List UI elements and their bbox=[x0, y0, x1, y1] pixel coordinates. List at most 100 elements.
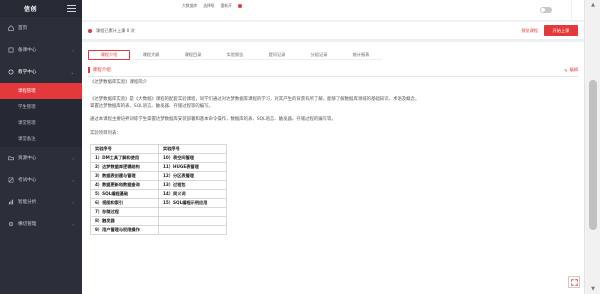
scroll-thumb[interactable] bbox=[589, 80, 597, 230]
table-header-cell: 实验序号 bbox=[90, 144, 159, 154]
sidebar-item-label: 横切管理 bbox=[18, 222, 37, 227]
chevron-right-icon: › bbox=[72, 221, 74, 227]
table-cell: 7）存储过程 bbox=[90, 207, 159, 217]
app-logo-text: 信创 bbox=[24, 6, 38, 13]
section-marker bbox=[88, 67, 90, 73]
fullscreen-button[interactable] bbox=[568, 276, 580, 288]
table-row: 9）用户管理与权限操作 bbox=[90, 225, 227, 235]
table-row: 3）数据表创建与管理 12）分区表管理 bbox=[90, 171, 227, 181]
sidebar-item-label: 首页 bbox=[18, 26, 28, 31]
table-row: 8）触发器 bbox=[90, 216, 227, 226]
sidebar: 信创 首页 备课中心 › 教学中心 ⌄ 课程管理 学生管理 课堂管理 课堂备注 … bbox=[0, 0, 82, 294]
scroll-up-icon[interactable]: ▲ bbox=[585, 0, 600, 10]
sidebar-subitem-label: 学生管理 bbox=[18, 105, 36, 110]
tab-question-log[interactable]: 提问记录 bbox=[256, 50, 298, 60]
lab-list-caption: 实验项目列表： bbox=[90, 131, 121, 136]
sidebar-subitem-label: 课程管理 bbox=[18, 89, 36, 94]
edit-label: 编辑 bbox=[569, 67, 578, 72]
chevron-right-icon: › bbox=[72, 155, 74, 161]
table-cell: 3）数据表创建与管理 bbox=[90, 171, 159, 181]
home-icon bbox=[8, 25, 14, 31]
sidebar-subitem-label: 课堂管理 bbox=[18, 121, 36, 126]
top-strip: 大数据库 选择框 重新开 bbox=[82, 0, 584, 20]
table-row: 7）存储过程 bbox=[90, 207, 227, 217]
chart-icon bbox=[8, 199, 14, 205]
divider bbox=[88, 76, 578, 77]
sidebar-item-resources[interactable]: 资源中心 › bbox=[0, 147, 82, 169]
tab-group-log[interactable]: 分组记录 bbox=[298, 50, 340, 60]
gear-icon bbox=[8, 221, 14, 227]
vertical-scrollbar[interactable]: ▲ ▼ bbox=[584, 0, 600, 294]
table-row: 4）数据更新和数据查询 13）过程包 bbox=[90, 180, 227, 190]
sidebar-subitem-class-mgmt[interactable]: 课堂管理 bbox=[0, 115, 82, 131]
top-strip-item[interactable]: 重新开 bbox=[221, 3, 232, 9]
status-text: 课程已累计上课 0 次 bbox=[96, 28, 135, 33]
table-row: 1）DM工具了解和使用 10）表空间管理 bbox=[90, 153, 227, 163]
tab-course-outline[interactable]: 课程大纲 bbox=[130, 50, 172, 60]
sidebar-item-analytics[interactable]: 智能分析 › bbox=[0, 191, 82, 213]
table-header-cell: 实验序号 bbox=[158, 144, 227, 154]
table-cell: 10）表空间管理 bbox=[158, 153, 227, 163]
expand-icon bbox=[570, 278, 578, 286]
edit-icon: ✎ bbox=[564, 67, 568, 73]
book-icon bbox=[8, 47, 14, 53]
teach-icon bbox=[8, 69, 14, 75]
intro-paragraph: 通过本课程主要培养训练学生掌握达梦数据库安装部署和基本命令操作，数据库的表、SQ… bbox=[90, 117, 336, 122]
chevron-right-icon: › bbox=[72, 177, 74, 183]
tab-bar: 课程介绍 课程大纲 课程目录 实验报告 提问记录 分组记录 统计报表 bbox=[88, 50, 382, 60]
table-cell: 5）SQL编程基础 bbox=[90, 189, 159, 199]
tab-lab-report[interactable]: 实验报告 bbox=[214, 50, 256, 60]
preview-course-link[interactable]: 预览课程 bbox=[521, 28, 538, 34]
table-cell: 12）分区表管理 bbox=[158, 171, 227, 181]
top-strip-item[interactable]: 选择框 bbox=[203, 3, 214, 9]
sidebar-item-label: 资源中心 bbox=[18, 156, 37, 161]
chevron-right-icon: › bbox=[72, 47, 74, 53]
scroll-down-icon[interactable]: ▼ bbox=[585, 284, 600, 294]
table-cell: 14）同义词 bbox=[158, 189, 227, 199]
sidebar-item-label: 教学中心 bbox=[18, 70, 37, 75]
sidebar-item-label: 智能分析 bbox=[18, 200, 37, 205]
intro-paragraph: 《达梦数据库实验》是《大数据》课程的配套实验课程，同学们通过对达梦数据库课程的学… bbox=[90, 97, 420, 109]
tab-statistics[interactable]: 统计报表 bbox=[340, 50, 382, 60]
table-cell: 2）达梦数据库逻辑结构 bbox=[90, 162, 159, 172]
sidebar-item-home[interactable]: 首页 bbox=[0, 17, 82, 39]
folder-icon bbox=[8, 155, 14, 161]
table-cell: 1）DM工具了解和使用 bbox=[90, 153, 159, 163]
table-cell bbox=[158, 216, 227, 226]
edit-button[interactable]: ✎ 编辑 bbox=[564, 67, 578, 73]
table-cell bbox=[158, 225, 227, 235]
sidebar-subitem-class-notes[interactable]: 课堂备注 bbox=[0, 131, 82, 147]
sidebar-item-teaching[interactable]: 教学中心 ⌄ bbox=[0, 61, 82, 83]
course-status-bar: 课程已累计上课 0 次 预览课程 开始上课 bbox=[82, 22, 584, 40]
intro-title: 《达梦数据库实验》课程简介 bbox=[90, 80, 148, 85]
lab-items-table: 实验序号 实验序号 1）DM工具了解和使用 10）表空间管理 2）达梦数据库逻辑结… bbox=[90, 144, 227, 235]
start-class-button[interactable]: 开始上课 bbox=[544, 25, 578, 36]
exam-icon bbox=[8, 177, 14, 183]
chevron-right-icon: › bbox=[72, 199, 74, 205]
menu-toggle-icon[interactable] bbox=[67, 5, 76, 12]
brand-bar: 信创 bbox=[0, 0, 82, 17]
table-cell: 9）用户管理与权限操作 bbox=[90, 225, 159, 235]
tab-course-intro[interactable]: 课程介绍 bbox=[88, 50, 130, 60]
top-strip-item[interactable]: 大数据库 bbox=[182, 3, 197, 9]
table-row: 2）达梦数据库逻辑结构 11）HUGE表管理 bbox=[90, 162, 227, 172]
section-title: 课程介绍 bbox=[88, 67, 111, 73]
tab-course-catalog[interactable]: 课程目录 bbox=[172, 50, 214, 60]
divider bbox=[571, 0, 572, 20]
table-header-row: 实验序号 实验序号 bbox=[90, 144, 227, 154]
content-panel: 课程介绍 课程大纲 课程目录 实验报告 提问记录 分组记录 统计报表 课程介绍 … bbox=[82, 42, 584, 294]
sidebar-item-settings[interactable]: 横切管理 › bbox=[0, 213, 82, 235]
table-cell: 4）数据更新和数据查询 bbox=[90, 180, 159, 190]
table-row: 5）SQL编程基础 14）同义词 bbox=[90, 189, 227, 199]
top-strip-row: 大数据库 选择框 重新开 bbox=[182, 3, 242, 9]
status-dot-icon bbox=[88, 29, 92, 33]
sidebar-subitem-course-mgmt[interactable]: 课程管理 bbox=[0, 83, 82, 99]
toggle-switch[interactable] bbox=[540, 7, 552, 13]
table-cell: 8）触发器 bbox=[90, 216, 159, 226]
section-title-text: 课程介绍 bbox=[92, 68, 111, 73]
sidebar-item-lesson-prep[interactable]: 备课中心 › bbox=[0, 39, 82, 61]
sidebar-item-exam[interactable]: 考试中心 › bbox=[0, 169, 82, 191]
table-cell: 15）SQL编程示例应用 bbox=[158, 198, 227, 208]
sidebar-subitem-student-mgmt[interactable]: 学生管理 bbox=[0, 99, 82, 115]
table-cell: 11）HUGE表管理 bbox=[158, 162, 227, 172]
